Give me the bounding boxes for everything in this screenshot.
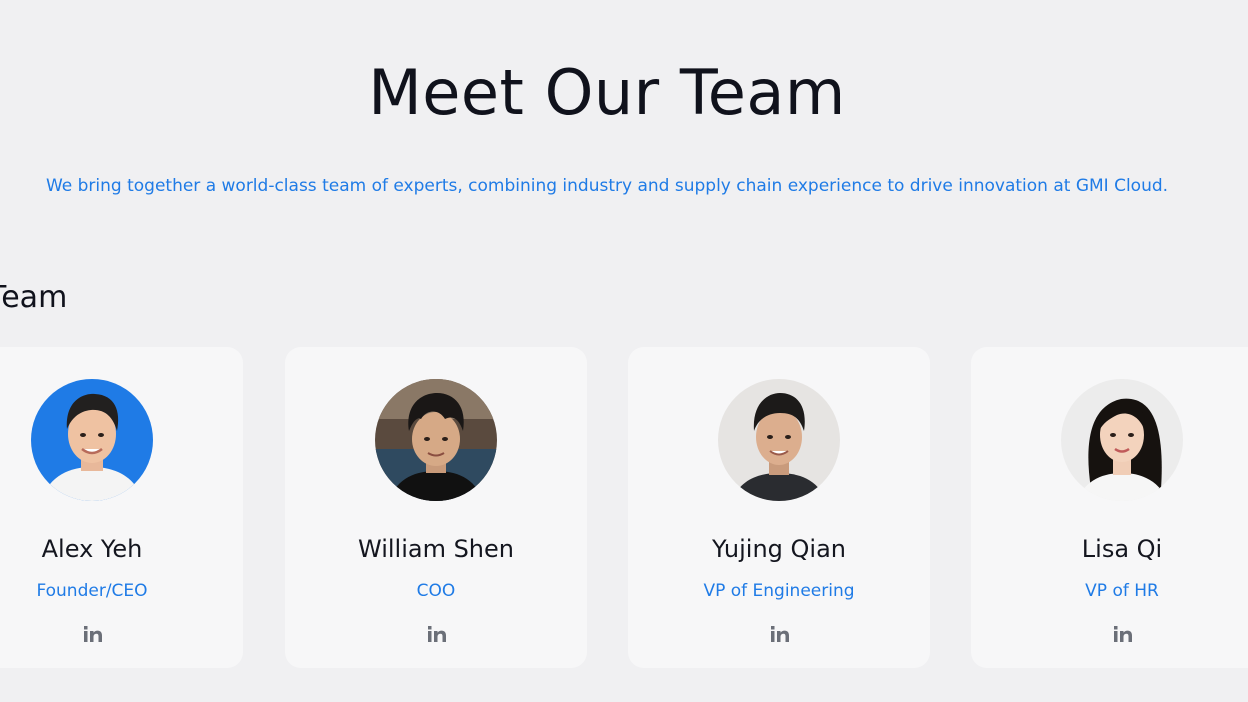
member-role: VP of HR [1085,581,1159,601]
linkedin-icon[interactable] [1112,623,1134,645]
avatar-photo [31,379,153,501]
member-role: VP of Engineering [703,581,855,601]
team-page: Meet Our Team We bring together a world-… [0,0,1248,702]
member-name: Yujing Qian [711,535,846,563]
team-card-yujing-qian: Yujing Qian VP of Engineering [628,347,930,668]
team-card-william-shen: William Shen COO [285,347,587,668]
member-role: Founder/CEO [36,581,148,601]
page-title: Meet Our Team [368,56,846,129]
member-name: William Shen [357,535,514,563]
linkedin-icon[interactable] [82,623,104,645]
member-role: COO [416,581,456,601]
linkedin-icon[interactable] [769,623,791,645]
linkedin-icon[interactable] [426,623,448,645]
avatar-photo [1061,379,1183,501]
member-name: Alex Yeh [41,535,143,563]
member-name: Lisa Qi [1081,535,1163,563]
section-title-team: Team [0,280,68,315]
avatar-photo [718,379,840,501]
team-card-lisa-qi: Lisa Qi VP of HR [971,347,1248,668]
avatar-photo [375,379,497,501]
team-card-alex-yeh: Alex Yeh Founder/CEO [0,347,243,668]
page-subtitle: We bring together a world-class team of … [45,176,1169,196]
